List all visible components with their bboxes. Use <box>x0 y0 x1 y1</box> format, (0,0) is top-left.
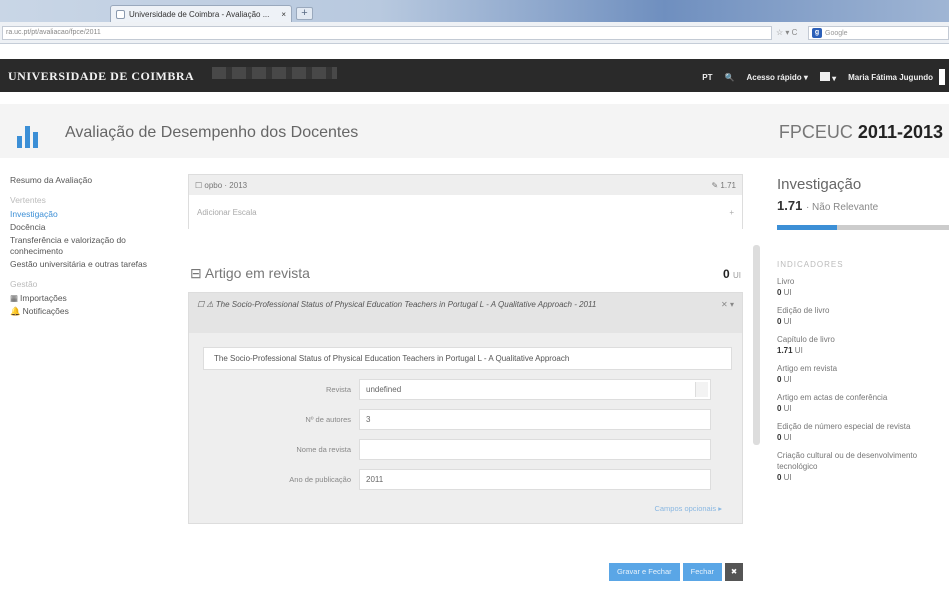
browser-tabbar: Universidade de Coimbra - Avaliação ... … <box>0 0 949 22</box>
summary-score: 1.71 · Não Relevante <box>777 198 879 213</box>
indicator-value: 0 UI <box>777 404 792 413</box>
indicator-item: Artigo em actas de conferência 0 UI <box>777 392 949 414</box>
field-label: Nome da revista <box>296 445 351 454</box>
indicator-value: 0 UI <box>777 433 792 442</box>
browser-tab[interactable]: Universidade de Coimbra - Avaliação ... … <box>110 5 292 22</box>
scale-card: ☐ opbo · 2013 ✎ 1.71 Adicionar Escala + <box>188 174 743 229</box>
apps-menu[interactable]: ▾ <box>819 71 836 83</box>
avatar[interactable] <box>939 69 945 85</box>
field-row: Nome da revista <box>189 439 742 460</box>
indicator-name: Livro <box>777 277 795 286</box>
score-progress-fill <box>777 225 838 230</box>
sidebar-group-vertentes: Vertentes <box>10 195 46 205</box>
section-title[interactable]: ⊟ Artigo em revista <box>190 265 310 282</box>
article-title-field[interactable]: The Socio-Professional Status of Physica… <box>203 347 732 370</box>
new-tab-button[interactable]: + <box>296 7 313 20</box>
main-content: ☐ opbo · 2013 ✎ 1.71 Adicionar Escala + … <box>188 174 743 581</box>
indicator-item: Criação cultural ou de desenvolvimento t… <box>777 450 949 483</box>
add-scale-label: Adicionar Escala <box>197 207 257 217</box>
unit-period: FPCEUC 2011-2013 <box>778 122 943 142</box>
score-progress-bar <box>777 225 949 230</box>
address-icons[interactable]: ☆ ▾ C <box>776 28 797 37</box>
user-menu[interactable]: Maria Fátima Jugundo <box>848 73 933 82</box>
year-input[interactable]: 2011 <box>359 469 711 490</box>
import-icon: ▦ <box>10 293 19 303</box>
sidebar-item-gestao[interactable]: Gestão universitária e outras tarefas <box>10 259 170 270</box>
tab-title: Universidade de Coimbra - Avaliação ... <box>129 9 270 19</box>
delete-button[interactable]: ✖ <box>725 563 743 581</box>
save-close-button[interactable]: Gravar e Fechar <box>609 563 680 581</box>
indicator-name: Edição de número especial de revista <box>777 422 911 431</box>
grid-icon <box>819 71 830 81</box>
dropdown-icon[interactable] <box>695 382 708 397</box>
scale-card-title[interactable]: ☐ opbo · 2013 <box>195 181 247 190</box>
section-header: ⊟ Artigo em revista 0 UI <box>188 265 743 282</box>
indicator-name: Criação cultural ou de desenvolvimento t… <box>777 451 918 471</box>
bell-icon: 🔔 <box>10 306 21 316</box>
sidebar-item-investigacao[interactable]: Investigação <box>10 209 170 220</box>
article-panel: ☐ ⚠ The Socio-Professional Status of Phy… <box>188 292 743 524</box>
field-row: Revista undefined <box>189 379 742 400</box>
sidebar-item-transferencia[interactable]: Transferência e valorização do conhecime… <box>10 235 170 257</box>
indicator-item: Artigo em revista 0 UI <box>777 363 949 385</box>
page-header: Avaliação de Desempenho dos Docentes FPC… <box>0 104 949 158</box>
bar-chart-icon <box>10 116 46 148</box>
optional-fields-link[interactable]: Campos opcionais ▸ <box>189 504 742 513</box>
article-title[interactable]: ☐ ⚠ The Socio-Professional Status of Phy… <box>197 299 596 327</box>
add-scale-button[interactable]: + <box>729 208 734 217</box>
summary-panel: Investigação 1.71 · Não Relevante INDICA… <box>777 176 949 483</box>
indicator-name: Artigo em actas de conferência <box>777 393 888 402</box>
top-navbar: UNIVERSIDADE DE COIMBRA PT 🔍 Acesso rápi… <box>0 59 949 92</box>
indicator-name: Capítulo de livro <box>777 335 835 344</box>
favicon-icon <box>116 9 125 19</box>
indicator-value: 0 UI <box>777 317 792 326</box>
tab-close-icon[interactable]: × <box>281 10 286 19</box>
summary-title: Investigação <box>777 176 862 193</box>
quick-access-menu[interactable]: Acesso rápido ▾ <box>746 73 807 82</box>
indicator-name: Edição de livro <box>777 306 830 315</box>
indicators-heading: INDICADORES <box>777 260 844 269</box>
journal-name-input[interactable] <box>359 439 711 460</box>
logo-decoration <box>212 67 337 79</box>
indicator-value: 0 UI <box>777 473 792 482</box>
indicator-item: Capítulo de livro 1.71 UI <box>777 334 949 356</box>
indicators-list: Livro 0 UI Edição de livro 0 UI Capítulo de … <box>777 276 949 483</box>
indicator-value: 0 UI <box>777 288 792 297</box>
sidebar-group-gestao: Gestão <box>10 279 38 289</box>
action-buttons: Gravar e Fechar Fechar ✖ <box>609 563 743 581</box>
indicator-value: 1.71 UI <box>777 346 803 355</box>
sidebar-item-docencia[interactable]: Docência <box>10 222 170 233</box>
address-bar[interactable]: ra.uc.pt/pt/avaliacao/fpce/2011 <box>2 26 772 40</box>
google-icon: g <box>812 28 822 38</box>
indicator-item: Edição de número especial de revista 0 UI <box>777 421 949 443</box>
indicator-item: Livro 0 UI <box>777 276 949 298</box>
scrollbar[interactable] <box>753 245 760 445</box>
sidebar-item-imports[interactable]: ▦ Importações <box>10 293 170 304</box>
field-row: Ano de publicação 2011 <box>189 469 742 490</box>
url-toolbar: ra.uc.pt/pt/avaliacao/fpce/2011 ☆ ▾ C g … <box>0 22 949 44</box>
article-controls[interactable]: ✕ ▾ <box>721 299 734 327</box>
indicator-name: Artigo em revista <box>777 364 838 373</box>
field-label: Revista <box>325 385 351 394</box>
authors-input[interactable]: 3 <box>359 409 711 430</box>
journal-select[interactable]: undefined <box>359 379 711 400</box>
edit-score-button[interactable]: ✎ 1.71 <box>712 181 737 190</box>
university-logo[interactable]: UNIVERSIDADE DE COIMBRA <box>8 69 194 84</box>
sidebar-item-notifications[interactable]: 🔔 Notificações <box>10 306 170 317</box>
indicator-value: 0 UI <box>777 375 792 384</box>
browser-search-input[interactable]: g Google <box>808 26 949 40</box>
sidebar-item-summary[interactable]: Resumo da Avaliação <box>10 175 170 186</box>
sidebar: Resumo da Avaliação Vertentes Investigaç… <box>10 175 170 322</box>
field-row: Nº de autores 3 <box>189 409 742 430</box>
field-label: Nº de autores <box>305 415 351 424</box>
close-button[interactable]: Fechar <box>682 563 722 581</box>
language-switch[interactable]: PT <box>702 73 712 82</box>
section-count: 0 UI <box>722 266 741 281</box>
field-label: Ano de publicação <box>289 475 351 484</box>
search-icon[interactable]: 🔍 <box>725 73 735 82</box>
indicator-item: Edição de livro 0 UI <box>777 305 949 327</box>
page-title: Avaliação de Desempenho dos Docentes <box>65 124 359 141</box>
navbar-right: PT 🔍 Acesso rápido ▾ ▾ Maria Fátima Jugu… <box>702 69 945 85</box>
